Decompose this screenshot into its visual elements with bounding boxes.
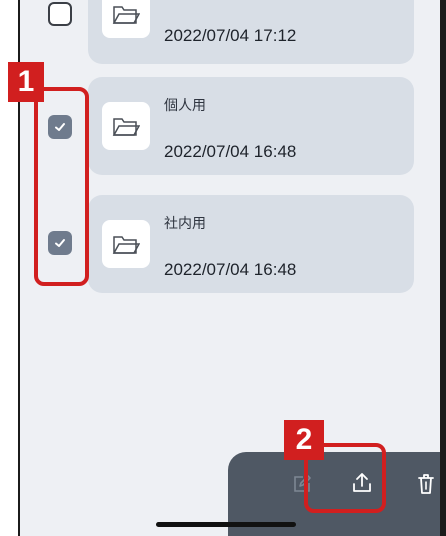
folder-thumbnail [102, 102, 150, 150]
folder-name: 個人用 [164, 97, 206, 113]
list-item[interactable]: 2022/07/04 17:12 [20, 0, 440, 64]
folder-icon [112, 118, 140, 136]
folder-card[interactable]: 社内用 2022/07/04 16:48 [88, 195, 414, 293]
home-indicator [156, 522, 296, 527]
folder-list-screen: 2022/07/04 17:12 個人用 2022/07/04 16:48 社内… [20, 0, 446, 536]
checkbox-highlight-frame [34, 87, 89, 286]
folder-date: 2022/07/04 16:48 [164, 142, 297, 161]
callout-badge-2: 2 [284, 420, 324, 460]
callout-badge-1: 1 [8, 62, 44, 102]
trash-icon [418, 474, 434, 494]
checkbox[interactable] [48, 2, 72, 26]
folder-icon [112, 6, 140, 24]
folder-date: 2022/07/04 16:48 [164, 260, 297, 279]
folder-date: 2022/07/04 17:12 [164, 26, 297, 45]
device-frame-right [440, 0, 446, 536]
folder-icon [112, 236, 140, 254]
folder-thumbnail [102, 0, 150, 38]
folder-name: 社内用 [164, 215, 206, 231]
folder-card[interactable]: 個人用 2022/07/04 16:48 [88, 77, 414, 175]
folder-thumbnail [102, 220, 150, 268]
folder-card[interactable]: 2022/07/04 17:12 [88, 0, 414, 64]
